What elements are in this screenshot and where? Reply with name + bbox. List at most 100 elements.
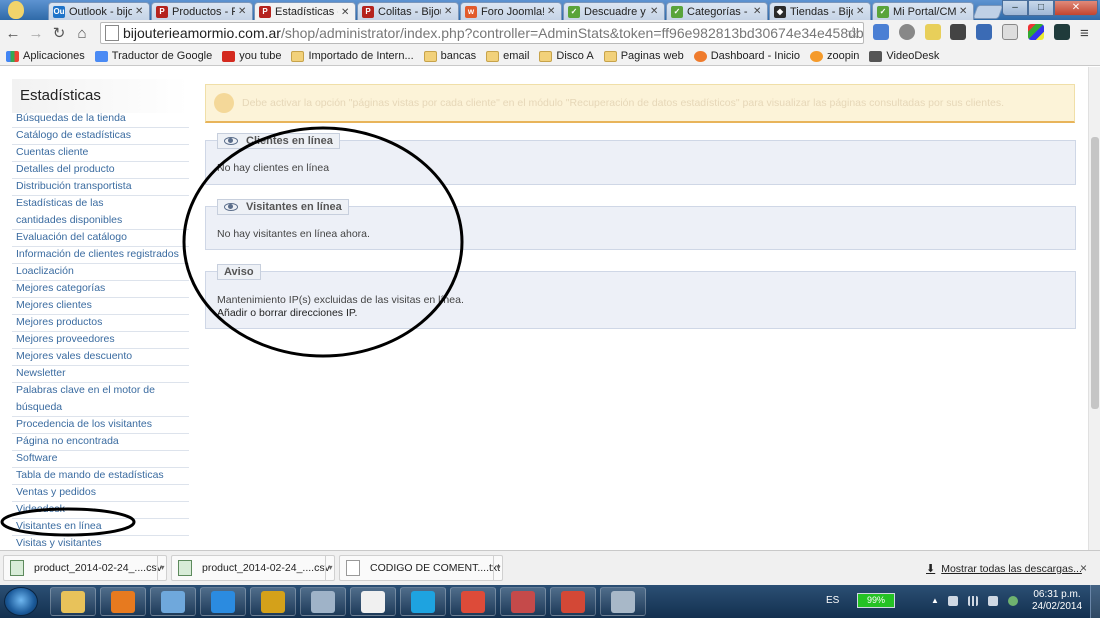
taskbar-clock[interactable]: 06:31 p.m. 24/02/2014 [1029,589,1085,613]
volume-icon[interactable] [988,596,998,606]
back-button[interactable]: ← [3,24,23,44]
browser-tab[interactable]: P Colitas - Bijou ✕ [357,2,459,20]
taskbar-app-chrome[interactable] [450,587,496,616]
tray-flag-icon[interactable] [948,596,958,606]
forward-button[interactable]: → [26,24,46,44]
bookmark-item[interactable]: Dashboard - Inicio [693,50,800,62]
browser-tab[interactable]: ✓ Mi Portal/CM ✕ [872,2,974,20]
stats-module-link[interactable]: Visitantes en línea [12,518,189,536]
stats-module-link[interactable]: Software [12,450,189,468]
stats-module-link[interactable]: Ventas y pedidos [12,484,189,502]
stats-module-link[interactable]: Mejores categorías [12,280,189,298]
tray-arrow-icon[interactable]: ▲ [931,596,941,606]
taskbar-app-tool[interactable] [500,587,546,616]
start-button[interactable] [4,587,38,616]
close-window-button[interactable]: ✕ [1054,0,1098,16]
stats-module-link[interactable]: Palabras clave en el motor de búsqueda [12,382,189,417]
taskbar-app-ie[interactable] [200,587,246,616]
translate-extension-icon[interactable] [873,24,889,40]
bookmark-item[interactable]: email [486,50,529,62]
stats-module-link[interactable]: Evaluación del catálogo [12,229,189,247]
bookmark-star-icon[interactable]: ☆ [846,23,860,43]
page-scrollbar[interactable] [1088,67,1100,550]
bookmark-item[interactable]: zoopin [809,50,859,62]
show-desktop-button[interactable] [1090,585,1100,618]
bookmark-item[interactable]: Disco A [539,50,594,62]
bookmark-item[interactable]: bancas [423,50,476,62]
stats-module-link[interactable]: Mejores productos [12,314,189,332]
stats-module-link[interactable]: Página no encontrada [12,433,189,451]
user-avatar-icon[interactable] [8,1,24,19]
dark-extension-icon[interactable] [1054,24,1070,40]
taskbar-app-red-app[interactable] [550,587,596,616]
maximize-button[interactable]: □ [1028,0,1054,16]
close-tab-icon[interactable]: ✕ [753,6,763,17]
taskbar-app-apps-grid[interactable] [350,587,396,616]
taskbar-app-media-player[interactable] [100,587,146,616]
browser-tab[interactable]: ✓ Descuadre y s✕ [563,2,665,20]
stats-module-link[interactable]: Tabla de mando de estadísticas [12,467,189,485]
tray-app-icon[interactable] [1008,596,1018,606]
stats-module-link[interactable]: Mejores vales descuento [12,348,189,366]
doc-extension-icon[interactable] [1002,24,1018,40]
close-tab-icon[interactable]: ✕ [135,6,145,17]
stats-module-link[interactable]: Procedencia de los visitantes [12,416,189,434]
close-tab-icon[interactable]: ✕ [238,6,248,17]
address-bar[interactable]: bijouterieamormio.com.ar/shop/administra… [100,22,864,44]
stats-module-link[interactable]: Catálogo de estadísticas [12,127,189,145]
browser-tab[interactable]: P Estadísticas - I✕ [254,2,356,21]
minimize-button[interactable]: – [1002,0,1028,16]
colorful-extension-icon[interactable] [1028,24,1044,40]
bookmark-item[interactable]: Aplicaciones [6,50,85,62]
t-extension-icon[interactable] [976,24,992,40]
stats-module-link[interactable]: Búsquedas de la tienda [12,110,189,128]
download-item[interactable]: product_2014-02-24_....csv ▾ [171,555,335,581]
stats-module-link[interactable]: Videodesk [12,501,189,519]
reload-button[interactable]: ↻ [49,24,69,44]
new-tab-button[interactable] [972,5,1004,19]
close-tab-icon[interactable]: ✕ [856,6,866,17]
taskbar-app-fireworks[interactable] [250,587,296,616]
network-signal-icon[interactable] [968,596,978,606]
stats-module-link[interactable]: Mejores clientes [12,297,189,315]
download-item[interactable]: product_2014-02-24_....csv ▾ [3,555,167,581]
chrome-menu-icon[interactable]: ≡ [1080,25,1094,42]
bookmark-item[interactable]: Paginas web [603,50,684,62]
browser-tab[interactable]: P Productos - P ✕ [151,2,253,20]
taskbar-app-network[interactable] [150,587,196,616]
bookmark-item[interactable]: Traductor de Google [94,50,212,62]
language-indicator[interactable]: ES [826,595,839,606]
bookmark-item[interactable]: you tube [222,50,281,62]
stats-module-link[interactable]: Visitas y visitantes [12,535,189,550]
stats-module-link[interactable]: Distribución transportista [12,178,189,196]
arrow-extension-icon[interactable] [950,24,966,40]
bookmark-item[interactable]: Importado de Intern... [291,50,414,62]
bookmark-item[interactable]: VideoDesk [869,50,939,62]
gear-extension-icon[interactable] [899,24,915,40]
stats-module-link[interactable]: Información de clientes registrados [12,246,189,264]
browser-tab[interactable]: ✓ Categorías - P✕ [666,2,768,20]
close-downloads-bar-button[interactable]: × [1080,561,1087,575]
close-tab-icon[interactable]: ✕ [547,6,557,17]
home-button[interactable]: ⌂ [72,24,92,44]
stats-module-link[interactable]: Cuentas cliente [12,144,189,162]
show-all-downloads-link[interactable]: ⬇ Mostrar todas las descargas... [926,562,1082,576]
note-extension-icon[interactable] [925,24,941,40]
download-menu-chevron-icon[interactable]: ▾ [157,555,167,581]
stats-module-link[interactable]: Detalles del producto [12,161,189,179]
stats-module-link[interactable]: Estadísticas de las cantidades disponible… [12,195,189,230]
close-tab-icon[interactable]: ✕ [444,6,454,17]
browser-tab[interactable]: ◆ Tiendas - Bijo ✕ [769,2,871,20]
taskbar-app-skype[interactable] [400,587,446,616]
manage-ip-link[interactable]: Añadir o borrar direcciones IP. [217,307,357,319]
download-menu-chevron-icon[interactable]: ▾ [493,555,503,581]
stats-module-link[interactable]: Mejores proveedores [12,331,189,349]
close-tab-icon[interactable]: ✕ [959,6,969,17]
taskbar-app-paint[interactable] [300,587,346,616]
battery-indicator[interactable]: 99% [857,593,895,608]
taskbar-app-explorer[interactable] [50,587,96,616]
download-item[interactable]: CODIGO DE COMENT....txt ▾ [339,555,503,581]
browser-tab[interactable]: w Foro Joomla! ✕ [460,2,562,20]
browser-tab[interactable]: Ou Outlook - bijo ✕ [48,2,150,20]
close-tab-icon[interactable]: ✕ [650,6,660,17]
